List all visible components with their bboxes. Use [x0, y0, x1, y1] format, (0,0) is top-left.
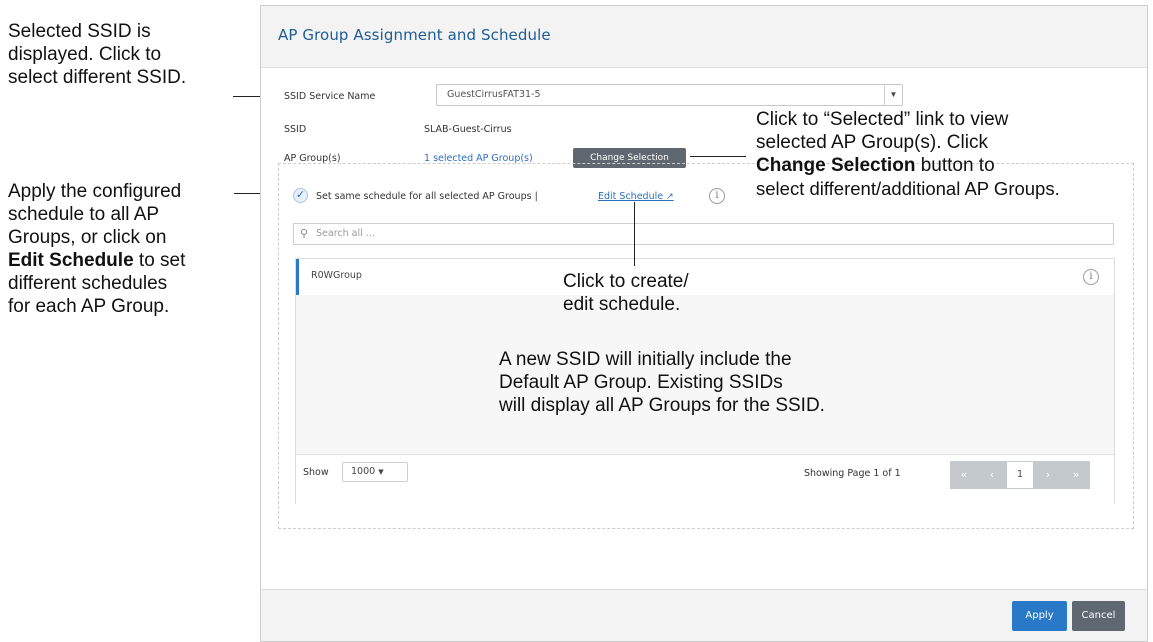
schedule-callout-line-2: schedule to all AP [8, 204, 160, 225]
last-page-button[interactable]: » [1062, 461, 1090, 489]
ssid-value: SLAB-Guest-Cirrus [424, 124, 512, 135]
edit-schedule-link[interactable]: Edit Schedule ↗ [598, 191, 674, 202]
ssid-callout-line-3: select different SSID. [8, 67, 187, 88]
schedule-callout: Apply the configured schedule to all AP … [8, 180, 185, 318]
selected-callout-tail: button to [915, 155, 995, 176]
list-item[interactable]: R0WGroup i [296, 259, 1114, 295]
selected-callout-line-1: Click to “Selected” link to view [756, 109, 1009, 130]
edit-schedule-link-text[interactable]: Edit Schedule [598, 191, 663, 202]
ssid-service-name-select[interactable]: GuestCirrusFAT31-5 ▼ [436, 84, 903, 106]
search-placeholder: Search all ... [316, 228, 375, 239]
edit-schedule-connector [634, 202, 635, 266]
external-link-icon: ↗ [666, 192, 674, 202]
schedule-callout-line-4: Edit Schedule to set [8, 249, 185, 272]
first-page-button[interactable]: « [950, 461, 978, 489]
page-size-value: 1000 [351, 466, 376, 477]
selected-callout: Click to “Selected” link to view selecte… [756, 108, 1151, 200]
ssid-callout: Selected SSID is displayed. Click to sel… [8, 20, 186, 89]
new-ssid-callout-line-2: Default AP Group. Existing SSIDs [499, 372, 783, 393]
schedule-callout-line-6: for each AP Group. [8, 296, 170, 317]
same-schedule-label: Set same schedule for all selected AP Gr… [316, 191, 538, 202]
cancel-button[interactable]: Cancel [1072, 601, 1125, 631]
ssid-label: SSID [284, 124, 307, 135]
schedule-callout-line-3: Groups, or click on [8, 227, 167, 248]
list-item-name: R0WGroup [311, 270, 362, 281]
panel-title: AP Group Assignment and Schedule [278, 26, 551, 44]
edit-schedule-callout-line-1: Click to create/ [563, 271, 689, 292]
info-icon[interactable]: i [709, 188, 725, 204]
schedule-callout-tail: to set [133, 250, 186, 271]
selected-callout-line-3: Change Selection button to [756, 154, 1151, 177]
prev-page-button[interactable]: ‹ [978, 461, 1006, 489]
schedule-callout-bold: Edit Schedule [8, 250, 134, 271]
pagination-status: Showing Page 1 of 1 [804, 468, 901, 479]
new-ssid-callout: A new SSID will initially include the De… [499, 348, 825, 417]
show-label: Show [303, 467, 329, 478]
next-page-button[interactable]: › [1034, 461, 1062, 489]
schedule-callout-line-1: Apply the configured [8, 181, 182, 202]
edit-schedule-callout-line-2: edit schedule. [563, 294, 681, 315]
info-icon[interactable]: i [1083, 269, 1099, 285]
search-input[interactable]: ⚲ Search all ... [293, 223, 1114, 245]
selected-callout-bold: Change Selection [756, 155, 916, 176]
ssid-service-name-label: SSID Service Name [284, 91, 376, 102]
schedule-callout-line-5: different schedules [8, 273, 168, 294]
ap-group-assignment-panel: AP Group Assignment and Schedule SSID Se… [260, 5, 1148, 642]
apply-button[interactable]: Apply [1012, 601, 1067, 631]
page-size-select[interactable]: 1000 ▼ [342, 462, 408, 482]
ssid-callout-line-2: displayed. Click to [8, 44, 162, 65]
list-footer: Show 1000 ▼ Showing Page 1 of 1 « ‹ 1 › … [296, 454, 1114, 504]
ssid-service-name-value: GuestCirrusFAT31-5 [447, 89, 541, 100]
new-ssid-callout-line-3: will display all AP Groups for the SSID. [499, 395, 825, 416]
new-ssid-callout-line-1: A new SSID will initially include the [499, 349, 792, 370]
selected-callout-connector [690, 156, 746, 157]
search-icon: ⚲ [300, 228, 309, 240]
selected-callout-line-2: selected AP Group(s). Click [756, 132, 988, 153]
edit-schedule-callout: Click to create/ edit schedule. [563, 270, 689, 316]
ssid-callout-line-1: Selected SSID is [8, 21, 151, 42]
check-icon[interactable]: ✓ [293, 188, 308, 203]
chevron-down-icon: ▼ [378, 468, 384, 476]
selected-callout-line-4: select different/additional AP Groups. [756, 178, 1060, 199]
chevron-down-icon[interactable]: ▼ [884, 85, 902, 105]
panel-header: AP Group Assignment and Schedule [261, 6, 1147, 68]
current-page[interactable]: 1 [1006, 461, 1034, 489]
